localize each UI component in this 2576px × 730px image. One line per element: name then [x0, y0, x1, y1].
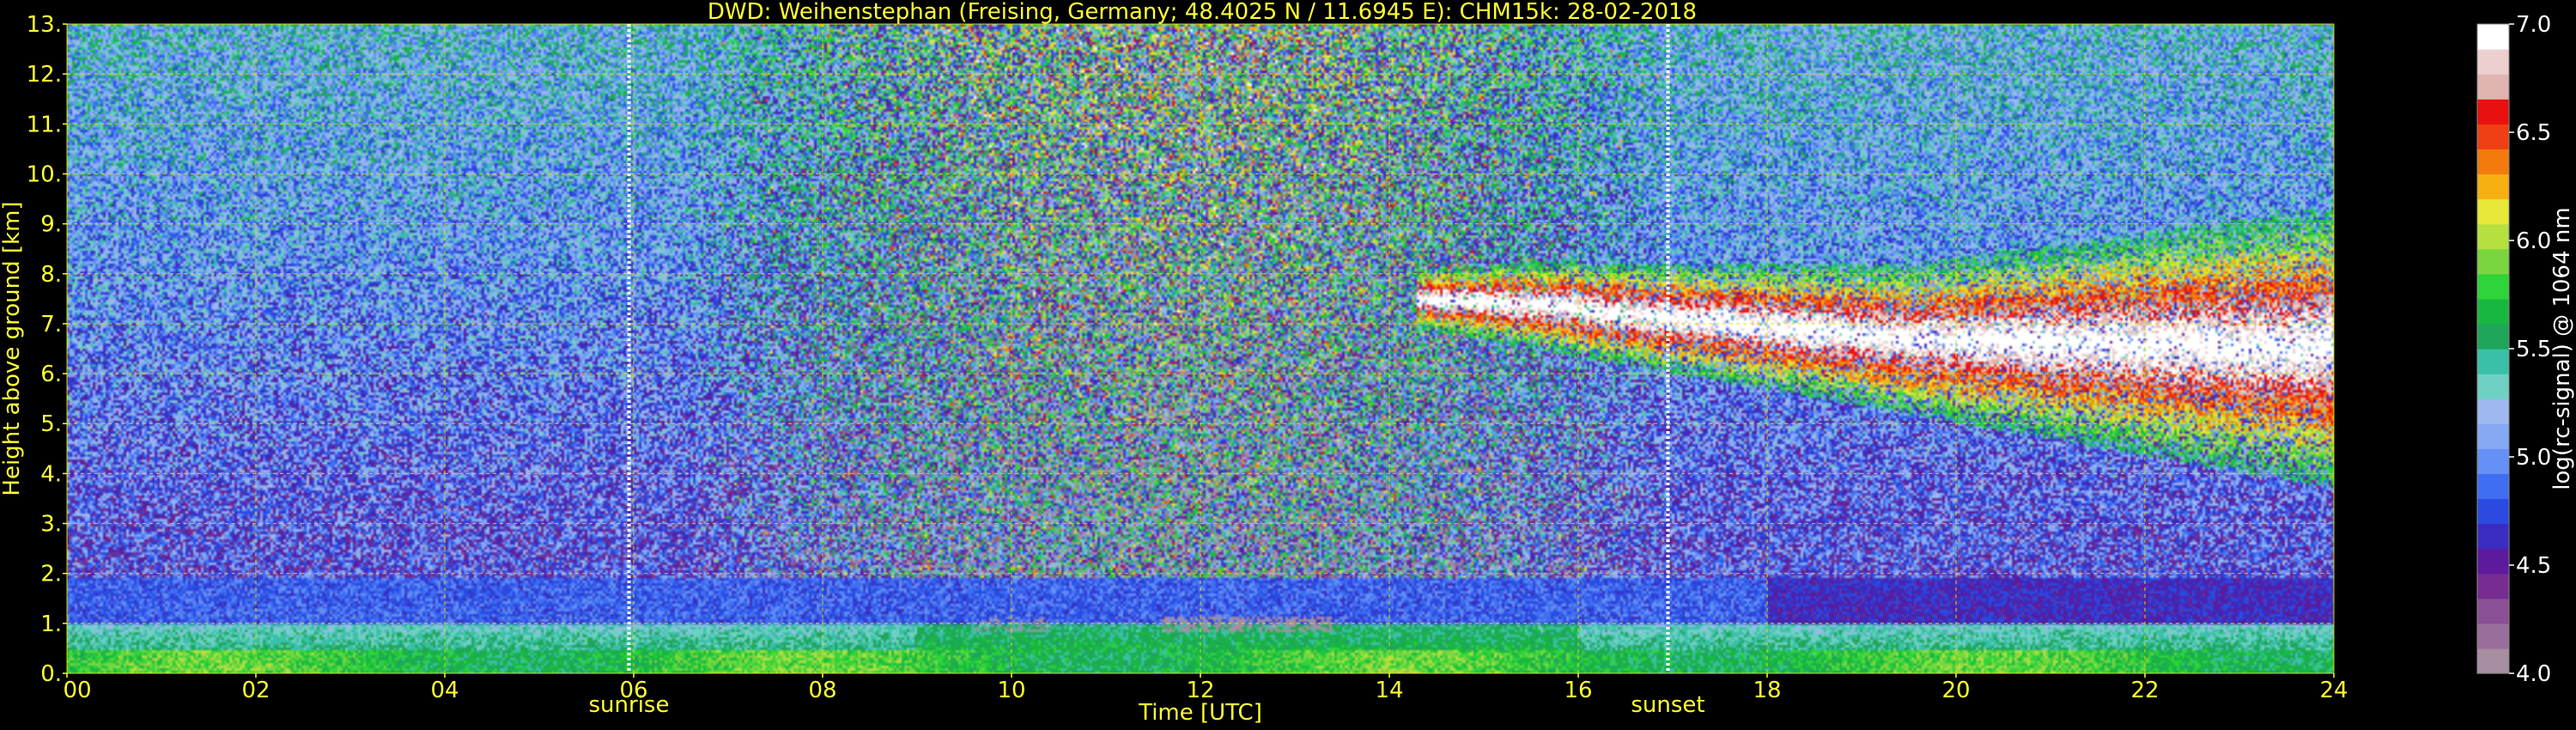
colorbar-swatch	[2477, 423, 2509, 449]
colorbar-swatch	[2477, 548, 2509, 575]
colorbar-swatch	[2477, 349, 2509, 374]
colorbar-swatch	[2477, 598, 2509, 624]
x-tick-label: 06	[619, 678, 647, 703]
y-axis-ticks: 0. 1. 2. 3. 4. 5. 6. 7. 8. 9. 10. 11. 12. 13.	[27, 12, 67, 687]
colorbar-swatch	[2477, 99, 2509, 125]
colorbar-tick-label: 4.5	[2516, 553, 2551, 579]
colorbar-swatch	[2477, 173, 2509, 200]
colorbar-swatch	[2477, 623, 2509, 649]
x-tick-label: 02	[241, 678, 270, 703]
colorbar: 4.0 4.5 5.0 5.5 6.0 6.5 7.0 log(rc-signal) @ 1…	[2476, 12, 2575, 687]
colorbar-swatch	[2477, 298, 2509, 325]
y-tick-label: 0.	[40, 661, 62, 687]
x-tick-label: 18	[1753, 678, 1781, 703]
y-tick-label: 8.	[40, 262, 62, 288]
colorbar-swatch	[2477, 49, 2509, 75]
x-axis-ticks: 00 02 04 06 08 10 12 14 16 18 20 22 24	[63, 673, 2348, 703]
colorbar-swatch	[2477, 648, 2509, 674]
colorbar-tick-label: 6.5	[2516, 120, 2551, 146]
colorbar-swatch	[2477, 374, 2509, 399]
colorbar-swatch	[2477, 523, 2509, 550]
x-tick-label: 08	[808, 678, 836, 703]
x-tick-label: 20	[1941, 678, 1970, 703]
x-tick-label: 24	[2319, 678, 2348, 703]
colorbar-swatch	[2477, 248, 2509, 275]
colorbar-swatch	[2477, 149, 2509, 175]
lidar-chart: DWD: Weihenstephan (Freising, Germany; 4…	[0, 0, 2575, 726]
colorbar-tick-label: 6.0	[2516, 228, 2551, 254]
y-tick-label: 11.	[27, 112, 62, 137]
colorbar-tick-label: 5.0	[2516, 445, 2551, 471]
x-tick-label: 10	[997, 678, 1025, 703]
y-tick-label: 1.	[40, 611, 62, 637]
colorbar-swatches	[2477, 24, 2509, 674]
colorbar-swatch	[2477, 323, 2509, 350]
colorbar-label: log(rc-signal) @ 1064 nm	[2549, 207, 2575, 490]
x-axis-label: Time [UTC]	[1138, 700, 1262, 726]
colorbar-ticks: 4.0 4.5 5.0 5.5 6.0 6.5 7.0	[2509, 12, 2551, 687]
y-axis-label: Height above ground [km]	[0, 201, 25, 496]
y-tick-label: 2.	[40, 562, 62, 587]
colorbar-tick-label: 7.0	[2516, 12, 2551, 38]
sun-event-label: sunset	[1631, 692, 1704, 718]
colorbar-swatch	[2477, 448, 2509, 474]
x-tick-label: 00	[63, 678, 91, 703]
colorbar-swatch	[2477, 573, 2509, 599]
y-tick-label: 12.	[27, 62, 62, 88]
y-tick-label: 6.	[40, 362, 62, 387]
colorbar-swatch	[2477, 74, 2509, 100]
colorbar-swatch	[2477, 124, 2509, 149]
colorbar-swatch	[2477, 24, 2509, 50]
y-tick-label: 7.	[40, 312, 62, 338]
y-tick-label: 13.	[27, 12, 62, 38]
y-tick-label: 9.	[40, 212, 62, 238]
colorbar-swatch	[2477, 473, 2509, 500]
colorbar-swatch	[2477, 398, 2509, 424]
x-tick-label: 14	[1375, 678, 1403, 703]
y-tick-label: 10.	[27, 161, 62, 187]
colorbar-tick-label: 5.5	[2516, 337, 2551, 362]
chart-title: DWD: Weihenstephan (Freising, Germany; 4…	[708, 0, 1697, 25]
colorbar-tick-label: 4.0	[2516, 661, 2551, 687]
x-tick-label: 16	[1564, 678, 1592, 703]
colorbar-swatch	[2477, 498, 2509, 525]
y-tick-label: 4.	[40, 461, 62, 487]
x-tick-label: 22	[2130, 678, 2159, 703]
y-tick-label: 3.	[40, 512, 62, 538]
colorbar-swatch	[2477, 223, 2509, 250]
x-tick-label: 04	[430, 678, 459, 703]
colorbar-swatch	[2477, 198, 2509, 225]
colorbar-swatch	[2477, 273, 2509, 300]
y-tick-label: 5.	[40, 411, 62, 437]
